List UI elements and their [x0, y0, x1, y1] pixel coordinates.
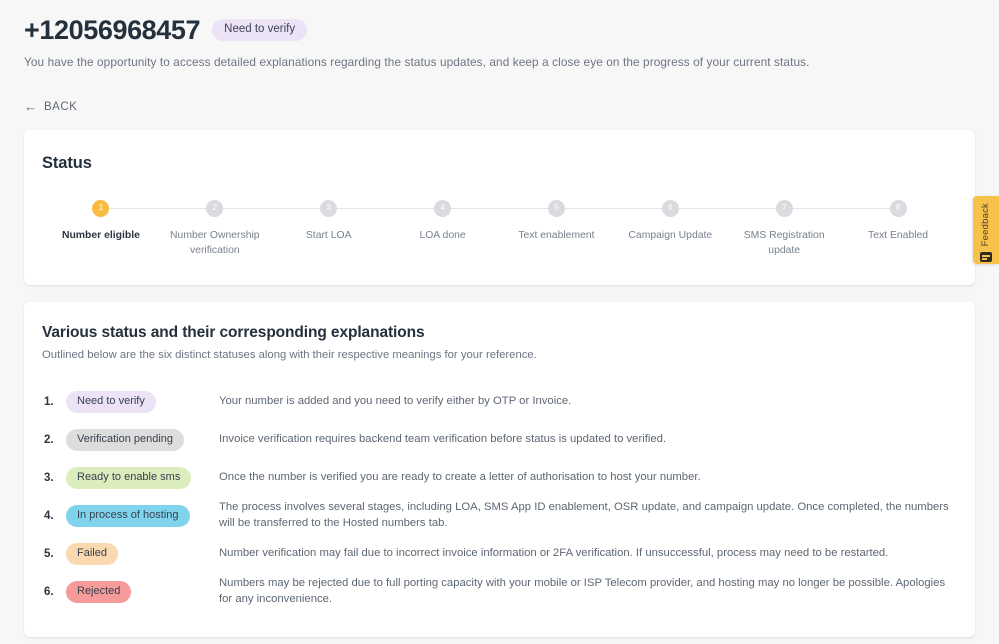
step-5[interactable]: 5 Text enablement	[500, 199, 671, 243]
step-6-circle: 6	[661, 199, 679, 217]
step-8[interactable]: 8 Text Enabled	[841, 199, 955, 243]
step-6-label: Campaign Update	[628, 230, 713, 242]
list-item-description: Invoice verification requires backend te…	[219, 432, 667, 445]
page-subtitle: You have the opportunity to access detai…	[24, 55, 810, 70]
step-7-label: SMS Registration update	[743, 230, 825, 257]
title-row: +12056968457 Need to verify	[24, 14, 975, 46]
step-7-circle: 7	[775, 199, 793, 217]
back-button[interactable]: ← BACK	[0, 100, 101, 113]
step-5-circle-wrap: 5	[500, 199, 671, 217]
list-item-badge-cell: Verification pending	[66, 428, 219, 451]
list-item-badge-cell: Ready to enable sms	[66, 466, 219, 489]
step-6-circle-wrap: 6	[613, 199, 785, 217]
list-item: 6. Rejected Numbers may be rejected due …	[42, 573, 957, 611]
page-root: +12056968457 Need to verify You have the…	[0, 0, 999, 644]
status-stepper: 1 Number eligible 2 Number Ownership ver…	[42, 199, 957, 258]
step-4[interactable]: 4 LOA done	[386, 199, 557, 243]
explanations-list: 1. Need to verify Your number is added a…	[42, 383, 957, 611]
page-header: +12056968457 Need to verify You have the…	[0, 0, 999, 69]
list-item-badge-cell: Need to verify	[66, 390, 219, 413]
status-badge: Verification pending	[66, 428, 185, 451]
list-item-badge-cell: Failed	[66, 542, 219, 565]
list-item-description: Numbers may be rejected due to full port…	[219, 576, 946, 605]
step-7-circle-wrap: 7	[727, 199, 899, 217]
step-3-circle: 3	[320, 199, 338, 217]
step-8-label: Text Enabled	[868, 230, 929, 242]
back-arrow-icon: ←	[24, 99, 37, 115]
explanations-title: Various status and their corresponding e…	[42, 323, 425, 341]
list-item-index: 6.	[44, 585, 54, 598]
step-3-label: Start LOA	[305, 230, 352, 242]
explanations-card: Various status and their corresponding e…	[24, 301, 975, 637]
list-item-index: 4.	[44, 509, 54, 522]
status-badge: In process of hosting	[66, 504, 190, 527]
list-item-badge-cell: In process of hosting	[66, 504, 219, 527]
step-2[interactable]: 2 Number Ownership verification	[158, 199, 329, 258]
step-7[interactable]: 7 SMS Registration update	[727, 199, 899, 258]
step-2-circle-wrap: 2	[158, 199, 329, 217]
list-item-index: 1.	[44, 395, 54, 408]
feedback-tab[interactable]: Feedback	[973, 196, 999, 264]
feedback-label: Feedback	[980, 203, 992, 247]
step-5-label: Text enablement	[518, 230, 595, 242]
page-title: +12056968457	[24, 15, 201, 45]
step-5-circle: 5	[547, 199, 565, 217]
step-2-circle: 2	[206, 199, 224, 217]
step-1-circle: 1	[92, 199, 110, 217]
list-item-index: 5.	[44, 547, 54, 560]
list-item-index: 2.	[44, 433, 54, 446]
list-item-index: 3.	[44, 471, 54, 484]
status-card: Status 1 Number eligible 2 Number Owners…	[24, 130, 975, 285]
list-item: 2. Verification pending Invoice verifica…	[42, 421, 957, 459]
status-card-title: Status	[42, 154, 92, 173]
status-badge: Failed	[66, 542, 118, 565]
list-item: 3. Ready to enable sms Once the number i…	[42, 459, 957, 497]
step-8-circle-wrap: 8	[841, 199, 955, 217]
list-item: 5. Failed Number verification may fail d…	[42, 535, 957, 573]
step-3-circle-wrap: 3	[272, 199, 443, 217]
step-4-label: LOA done	[419, 230, 466, 242]
step-1-label: Number eligible	[61, 230, 140, 242]
step-4-circle-wrap: 4	[386, 199, 557, 217]
step-3[interactable]: 3 Start LOA	[272, 199, 443, 243]
status-badge: Rejected	[66, 580, 132, 603]
status-badge: Ready to enable sms	[66, 466, 192, 489]
step-4-circle: 4	[434, 199, 452, 217]
list-item-badge-cell: Rejected	[66, 580, 219, 603]
step-8-circle: 8	[889, 199, 907, 217]
feedback-message-icon	[980, 252, 992, 263]
step-6[interactable]: 6 Campaign Update	[613, 199, 785, 243]
list-item-description: The process involves several stages, inc…	[219, 500, 949, 529]
list-item: 4. In process of hosting The process inv…	[42, 497, 957, 535]
status-badge: Need to verify	[212, 18, 308, 42]
step-1[interactable]: 1 Number eligible	[44, 199, 215, 243]
list-item-description: Number verification may fail due to inco…	[219, 546, 889, 559]
explanations-subtitle: Outlined below are the six distinct stat…	[42, 348, 537, 361]
list-item-description: Your number is added and you need to ver…	[219, 394, 572, 407]
list-item: 1. Need to verify Your number is added a…	[42, 383, 957, 421]
step-2-label: Number Ownership verification	[170, 230, 260, 257]
step-1-circle-wrap: 1	[44, 199, 215, 217]
list-item-description: Once the number is verified you are read…	[219, 470, 701, 483]
back-button-label: BACK	[44, 100, 78, 113]
status-badge: Need to verify	[66, 390, 156, 413]
